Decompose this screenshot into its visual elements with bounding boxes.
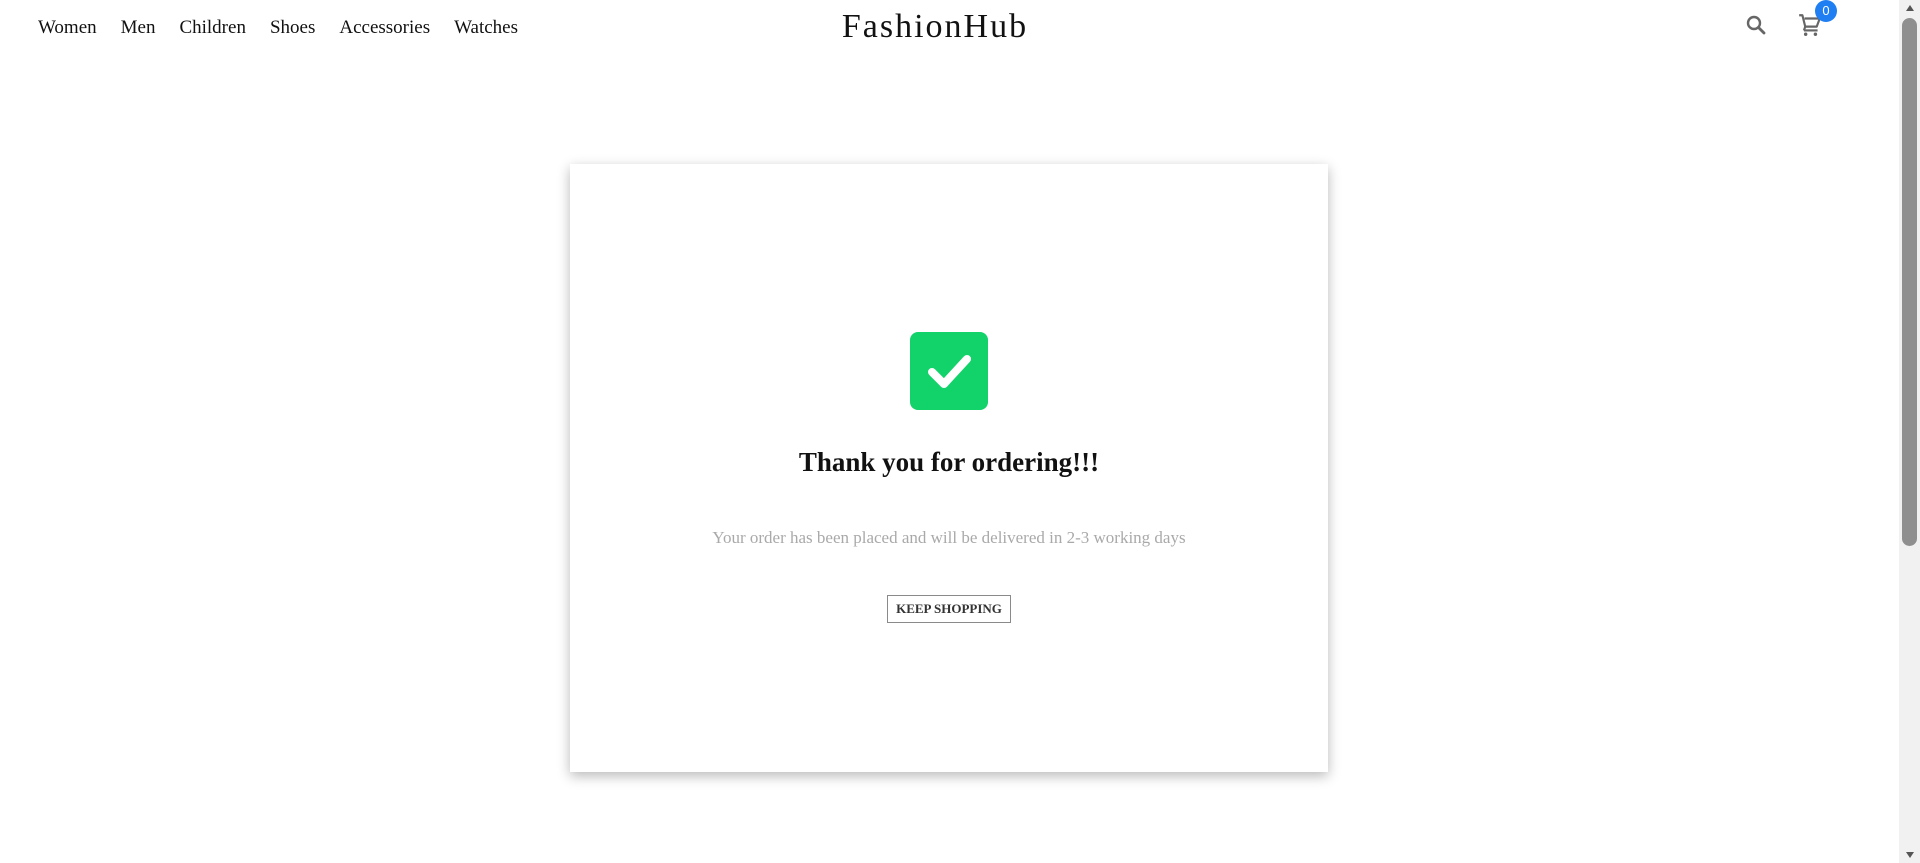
page: Women Men Children Shoes Accessories Wat… bbox=[0, 0, 1920, 863]
search-icon bbox=[1746, 15, 1766, 35]
scroll-up-arrow[interactable] bbox=[1899, 0, 1920, 16]
cart-count-badge: 0 bbox=[1815, 0, 1837, 22]
success-badge bbox=[910, 332, 988, 410]
search-button[interactable] bbox=[1743, 12, 1769, 38]
header-actions: 0 bbox=[1743, 0, 1837, 38]
keep-shopping-button[interactable]: KEEP SHOPPING bbox=[887, 595, 1011, 623]
cart-button[interactable]: 0 bbox=[1797, 0, 1837, 38]
confirmation-title: Thank you for ordering!!! bbox=[798, 447, 1100, 477]
confirmation-message: Your order has been placed and will be d… bbox=[712, 528, 1186, 547]
chevron-down-icon bbox=[1905, 852, 1914, 858]
chevron-up-icon bbox=[1905, 5, 1914, 11]
vertical-scrollbar[interactable] bbox=[1899, 0, 1920, 863]
order-confirmation-card: Thank you for ordering!!! Your order has… bbox=[570, 164, 1328, 772]
checkmark-icon bbox=[928, 355, 971, 388]
scrollbar-thumb[interactable] bbox=[1902, 18, 1917, 546]
brand-logo[interactable]: FashionHub bbox=[0, 7, 1870, 47]
scroll-down-arrow[interactable] bbox=[1899, 847, 1920, 863]
top-navigation-bar: Women Men Children Shoes Accessories Wat… bbox=[0, 0, 1899, 58]
